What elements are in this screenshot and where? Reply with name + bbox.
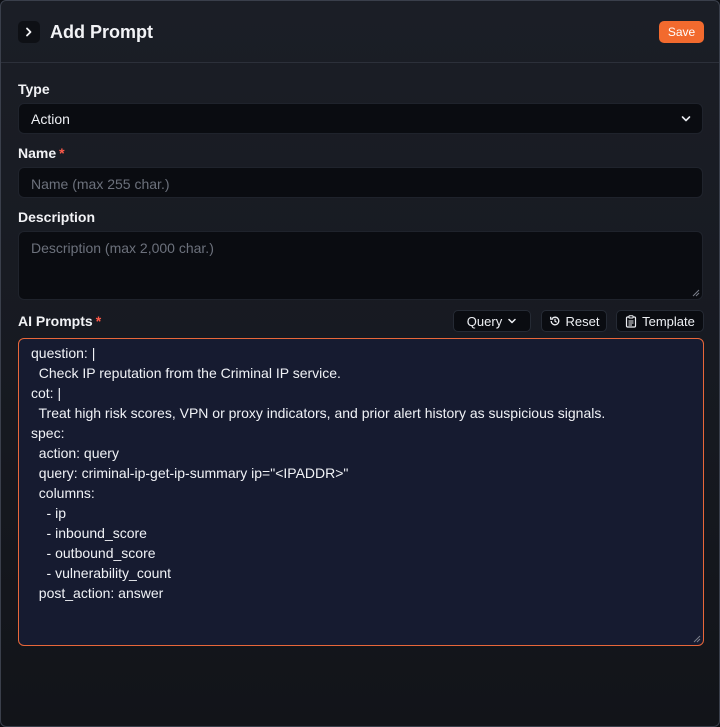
prompt-line: cot: |	[31, 385, 62, 401]
prompt-line: spec:	[31, 425, 65, 441]
prompt-line: columns:	[31, 485, 95, 501]
prompt-line: Treat high risk scores, VPN or proxy ind…	[31, 405, 606, 421]
prompt-line: Check IP reputation from the Criminal IP…	[31, 365, 341, 381]
resize-handle-icon[interactable]	[693, 635, 701, 643]
description-field[interactable]: Description (max 2,000 char.)	[18, 231, 703, 300]
type-label: Type	[18, 81, 50, 97]
chevron-down-icon	[681, 116, 691, 122]
panel-header: Add Prompt Save	[1, 1, 719, 63]
name-label-text: Name	[18, 145, 57, 161]
template-label: Template	[642, 313, 695, 329]
history-icon	[549, 316, 559, 326]
chevron-right-icon	[26, 27, 32, 37]
prompt-line: query: criminal-ip-get-ip-summary ip="<I…	[31, 465, 349, 481]
add-prompt-panel: Add Prompt Save Type Action Name * Name (…	[0, 0, 720, 727]
name-label: Name *	[18, 145, 65, 161]
prompt-line: - ip	[31, 505, 67, 521]
description-placeholder: Description (max 2,000 char.)	[31, 240, 214, 256]
prompt-line: - vulnerability_count	[31, 565, 172, 581]
type-value: Action	[31, 111, 70, 127]
page-title: Add Prompt	[50, 22, 153, 42]
name-placeholder: Name (max 255 char.)	[31, 176, 170, 192]
description-label: Description	[18, 209, 96, 225]
prompt-line: - outbound_score	[31, 545, 156, 561]
prompt-line: - inbound_score	[31, 525, 147, 541]
ai-prompts-label: AI Prompts *	[18, 313, 101, 329]
ai-prompts-label-text: AI Prompts	[18, 313, 93, 329]
prompt-line: question: |	[31, 345, 96, 361]
reset-label: Reset	[565, 313, 600, 329]
required-mark: *	[95, 313, 102, 329]
type-select[interactable]: Action	[18, 103, 703, 134]
query-label: Query	[466, 313, 503, 329]
chevron-down-icon	[508, 318, 516, 324]
template-button[interactable]: Template	[616, 310, 704, 332]
resize-handle-icon[interactable]	[692, 289, 700, 297]
query-dropdown[interactable]: Query	[453, 310, 531, 332]
name-field[interactable]: Name (max 255 char.)	[18, 167, 703, 198]
prompt-line: action: query	[31, 445, 119, 461]
clipboard-icon	[626, 314, 637, 328]
collapse-button[interactable]	[18, 21, 40, 43]
ai-prompt-editor[interactable]: question: | Check IP reputation from the…	[18, 338, 704, 646]
required-mark: *	[59, 145, 65, 161]
reset-button[interactable]: Reset	[541, 310, 607, 332]
prompt-line: post_action: answer	[31, 585, 164, 601]
save-button[interactable]: Save	[659, 21, 704, 43]
